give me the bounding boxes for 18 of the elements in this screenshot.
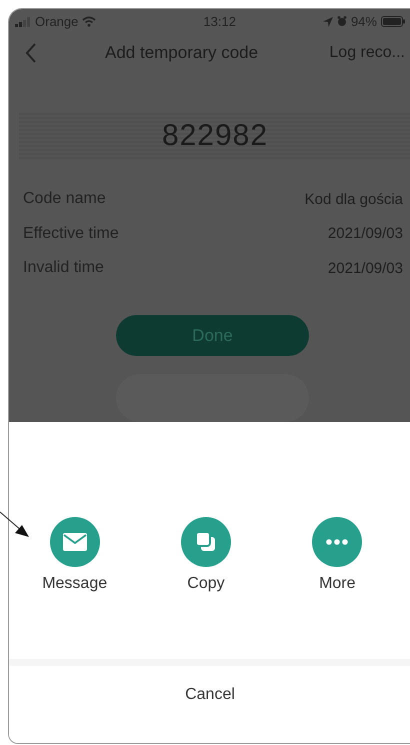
battery-icon [380, 16, 405, 28]
more-option[interactable]: More [292, 517, 382, 593]
alarm-icon [336, 16, 347, 28]
option-label: Copy [187, 575, 225, 593]
signal-icon [15, 16, 31, 27]
option-label: More [319, 575, 356, 593]
access-code: 822982 [162, 118, 268, 153]
location-icon [322, 16, 333, 27]
detail-value: 2021/09/03 [328, 260, 403, 277]
copy-option[interactable]: Copy [160, 517, 251, 593]
back-icon[interactable] [25, 42, 37, 63]
detail-value: Kod dla gościa [304, 190, 403, 208]
screen-title: Add temporary code [105, 42, 258, 63]
option-label: Message [42, 575, 108, 593]
wifi-icon [82, 16, 96, 28]
detail-value: 2021/09/03 [328, 225, 403, 242]
message-option[interactable]: Message [30, 517, 120, 593]
cancel-button[interactable]: Cancel [9, 670, 410, 720]
